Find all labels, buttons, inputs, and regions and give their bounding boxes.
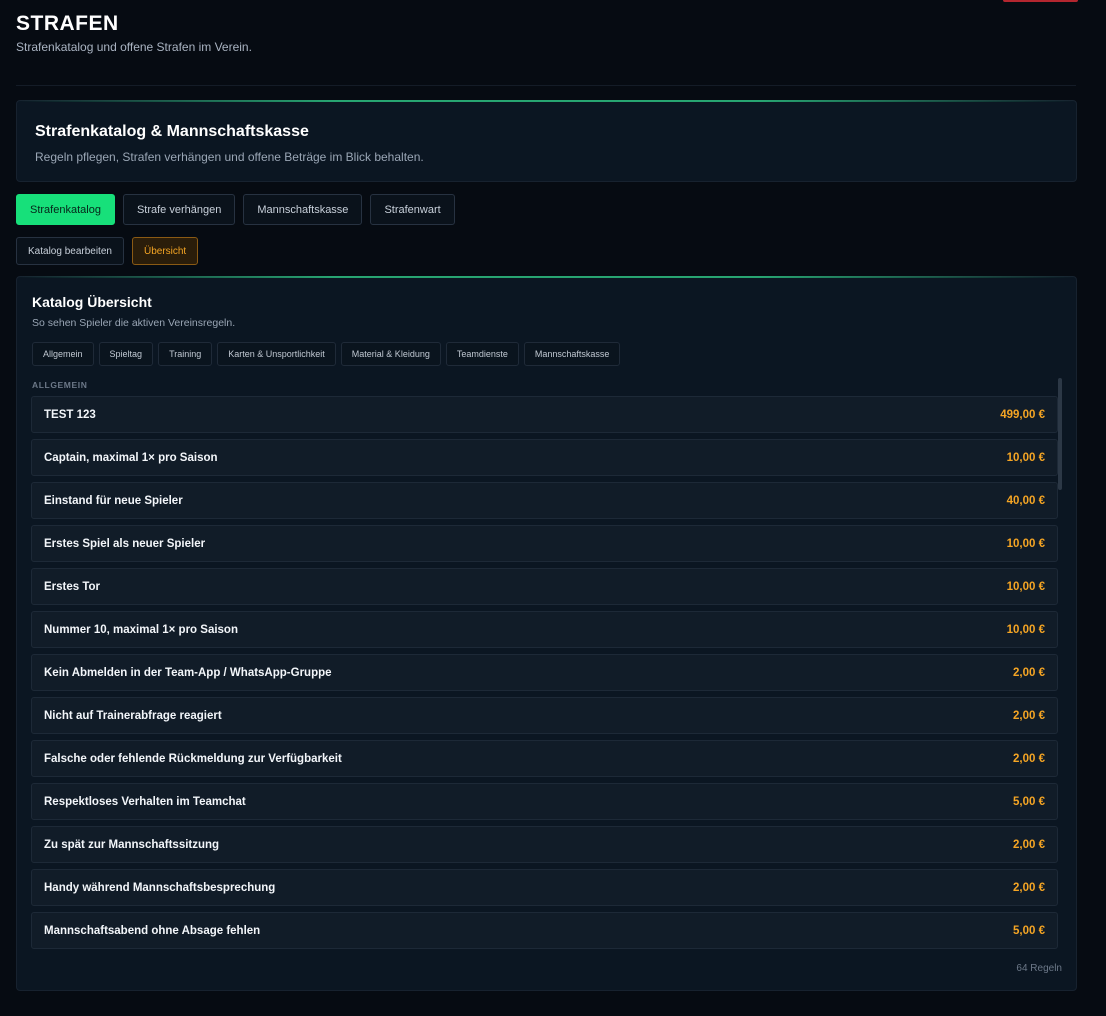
rule-name: Respektloses Verhalten im Teamchat [44,795,246,808]
rule-row: Erstes Spiel als neuer Spieler 10,00 € [31,525,1058,562]
rule-row: Erstes Tor 10,00 € [31,568,1058,605]
rule-name: Nummer 10, maximal 1× pro Saison [44,623,238,636]
rule-name: TEST 123 [44,408,96,421]
rule-amount: 2,00 € [1013,752,1045,765]
rule-row: TEST 123 499,00 € [31,396,1058,433]
rule-row: Captain, maximal 1× pro Saison 10,00 € [31,439,1058,476]
rule-name: Falsche oder fehlende Rückmeldung zur Ve… [44,752,342,765]
rule-row: Mannschaftsabend ohne Absage fehlen 5,00… [31,912,1058,949]
sub-tabs: Katalog bearbeiten Übersicht [16,237,199,265]
rule-amount: 10,00 € [1006,580,1045,593]
category-chip-training[interactable]: Training [158,342,213,366]
rule-amount: 2,00 € [1013,666,1045,679]
rule-row: Nummer 10, maximal 1× pro Saison 10,00 € [31,611,1058,648]
rule-amount: 5,00 € [1013,795,1045,808]
tab-strafenkatalog[interactable]: Strafenkatalog [16,194,115,225]
rule-name: Einstand für neue Spieler [44,494,183,507]
section-label-allgemein: ALLGEMEIN [32,380,88,390]
main-tabs: Strafenkatalog Strafe verhängen Mannscha… [16,194,455,225]
page-subtitle: Strafenkatalog und offene Strafen im Ver… [16,40,252,54]
rules-count: 64 Regeln [1016,963,1062,974]
subtab-katalog-bearbeiten[interactable]: Katalog bearbeiten [16,237,124,265]
rule-amount: 499,00 € [1000,408,1045,421]
rule-row: Einstand für neue Spieler 40,00 € [31,482,1058,519]
rule-name: Mannschaftsabend ohne Absage fehlen [44,924,261,937]
rule-name: Erstes Tor [44,580,101,593]
rule-amount: 10,00 € [1006,537,1045,550]
rule-amount: 5,00 € [1013,924,1045,937]
catalog-card: Katalog Übersicht So sehen Spieler die a… [16,276,1077,991]
rules-list: TEST 123 499,00 € Captain, maximal 1× pr… [31,396,1058,955]
subtab-uebersicht[interactable]: Übersicht [131,237,199,265]
rule-row: Handy während Mannschaftsbesprechung 2,0… [31,869,1058,906]
top-right-action-edge[interactable] [1003,0,1078,2]
category-chip-spieltag[interactable]: Spieltag [98,342,154,366]
rule-name: Erstes Spiel als neuer Spieler [44,537,206,550]
tab-mannschaftskasse[interactable]: Mannschaftskasse [243,194,363,225]
rule-name: Zu spät zur Mannschaftssitzung [44,838,220,851]
catalog-subtitle: So sehen Spieler die aktiven Vereinsrege… [32,317,236,329]
tab-strafenwart[interactable]: Strafenwart [370,194,455,225]
rule-row: Kein Abmelden in der Team-App / WhatsApp… [31,654,1058,691]
rule-row: Zu spät zur Mannschaftssitzung 2,00 € [31,826,1058,863]
category-chip-karten[interactable]: Karten & Unsportlichkeit [217,342,336,366]
rule-name: Kein Abmelden in der Team-App / WhatsApp… [44,666,332,679]
header-title: Strafenkatalog & Mannschaftskasse [35,123,309,140]
rule-name: Handy während Mannschaftsbesprechung [44,881,276,894]
rule-name: Nicht auf Trainerabfrage reagiert [44,709,222,722]
divider [16,85,1076,86]
header-card: Strafenkatalog & Mannschaftskasse Regeln… [16,100,1077,182]
catalog-title: Katalog Übersicht [32,294,152,310]
rule-row: Falsche oder fehlende Rückmeldung zur Ve… [31,740,1058,777]
category-chip-material[interactable]: Material & Kleidung [340,342,441,366]
rule-row: Respektloses Verhalten im Teamchat 5,00 … [31,783,1058,820]
category-chip-mannschaftskasse[interactable]: Mannschaftskasse [523,342,621,366]
category-filter: Allgemein Spieltag Training Karten & Uns… [32,342,621,366]
rule-amount: 40,00 € [1006,494,1045,507]
rule-amount: 2,00 € [1013,881,1045,894]
rule-amount: 2,00 € [1013,838,1045,851]
page-title: STRAFEN [16,12,119,35]
header-subtitle: Regeln pflegen, Strafen verhängen und of… [35,150,424,164]
rule-name: Captain, maximal 1× pro Saison [44,451,218,464]
rule-amount: 10,00 € [1006,451,1045,464]
category-chip-teamdienste[interactable]: Teamdienste [445,342,519,366]
card-glow-line [17,276,1076,278]
tab-strafe-verhaengen[interactable]: Strafe verhängen [122,194,236,225]
rule-amount: 10,00 € [1006,623,1045,636]
rules-scrollbar[interactable] [1058,378,1062,490]
rule-row: Nicht auf Trainerabfrage reagiert 2,00 € [31,697,1058,734]
category-chip-allgemein[interactable]: Allgemein [32,342,94,366]
card-glow-line [17,100,1076,102]
rule-amount: 2,00 € [1013,709,1045,722]
